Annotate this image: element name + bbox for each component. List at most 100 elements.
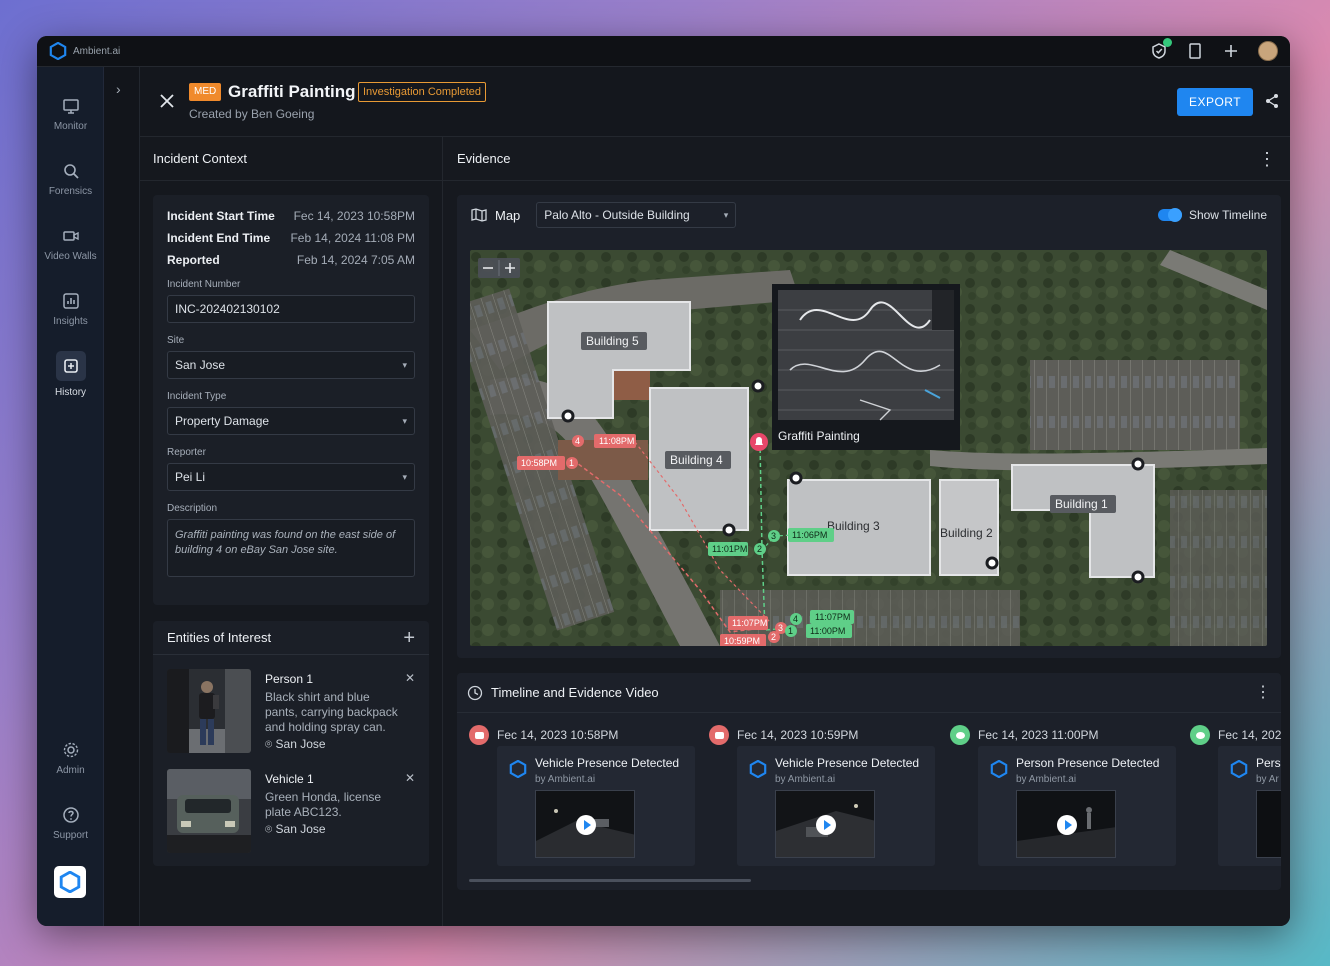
timeline-item[interactable]: Fec 14, 2023 10:59PM Vehicle Presence De… <box>709 725 941 866</box>
close-icon[interactable] <box>158 92 176 110</box>
vehicle-thumbnail <box>167 769 251 853</box>
entities-header: Entities of Interest + <box>153 621 429 655</box>
timeline-item[interactable]: Fec 14, 2023 11:00PM Person Presence Det… <box>950 725 1182 866</box>
pin-icon: ⌾ <box>265 822 276 836</box>
video-thumbnail[interactable] <box>535 790 635 858</box>
green-time-label: 11:00PM <box>810 626 845 636</box>
event-card[interactable]: Pers by Ar <box>1218 746 1281 866</box>
created-by: Created by Ben Goeing <box>189 107 315 121</box>
left-nav: Monitor Forensics Video Walls Insights H… <box>37 67 104 926</box>
map-location-select[interactable]: Palo Alto - Outside Building ▾ <box>536 202 737 228</box>
svg-text:4: 4 <box>793 614 798 624</box>
event-card[interactable]: Vehicle Presence Detected by Ambient.ai <box>737 746 935 866</box>
chevron-down-icon: ▾ <box>723 209 729 220</box>
play-icon[interactable] <box>576 815 596 835</box>
entity-name: Vehicle 1 <box>265 772 314 786</box>
brand-name: Ambient.ai <box>73 45 121 57</box>
timeline-card: Timeline and Evidence Video ⋮ Fec 14, 20… <box>457 673 1281 890</box>
reported-row: Reported Feb 14, 2024 7:05 AM <box>167 253 415 267</box>
play-icon[interactable] <box>1057 815 1077 835</box>
show-timeline-toggle[interactable]: Show Timeline <box>1157 208 1267 222</box>
event-card[interactable]: Person Presence Detected by Ambient.ai <box>978 746 1176 866</box>
person-event-icon <box>950 725 970 745</box>
timeline-header: Timeline and Evidence Video ⋮ <box>457 673 1281 713</box>
incident-type-label: Incident Type <box>167 391 227 402</box>
incident-type-select[interactable]: Property Damage ▾ <box>167 407 415 435</box>
brand[interactable]: Ambient.ai <box>49 42 120 60</box>
top-bar: Ambient.ai <box>37 36 1290 67</box>
ambient-logo-icon <box>59 871 81 893</box>
entity-site: ⌾ San Jose <box>265 822 326 836</box>
add-entity-icon[interactable]: + <box>403 628 415 648</box>
satellite-map[interactable]: Building 5 Building 4 Building 3 Buildin… <box>470 250 1267 646</box>
bookmark-icon[interactable] <box>1186 42 1204 60</box>
entity-item[interactable]: Person 1 Black shirt and blue pants, car… <box>167 669 415 755</box>
svg-text:3: 3 <box>771 531 776 541</box>
remove-entity-icon[interactable]: ✕ <box>405 671 415 685</box>
incident-context-title: Incident Context <box>140 137 442 181</box>
timeline-item[interactable]: Fec 14, 202 Pers by Ar <box>1190 725 1281 866</box>
remove-entity-icon[interactable]: ✕ <box>405 771 415 785</box>
severity-badge: MED <box>189 83 222 101</box>
help-icon <box>62 807 79 823</box>
timeline-item[interactable]: Fec 14, 2023 10:58PM Vehicle Presence De… <box>469 725 701 866</box>
green-time-label: 11:01PM <box>712 544 747 554</box>
chevron-right-icon[interactable]: › <box>116 81 121 97</box>
svg-text:2: 2 <box>757 544 762 554</box>
map-icon <box>471 208 487 222</box>
more-vertical-icon[interactable]: ⋮ <box>1258 150 1276 168</box>
monitor-icon <box>62 99 79 114</box>
end-time-row: Incident End Time Feb 14, 2024 11:08 PM <box>167 231 415 245</box>
nav-video-walls[interactable]: Video Walls <box>37 227 104 262</box>
red-time-label: 10:58PM <box>521 458 557 468</box>
vehicle-event-icon <box>709 725 729 745</box>
entity-item[interactable]: Vehicle 1 Green Honda, license plate ABC… <box>167 769 415 855</box>
red-time-label: 10:59PM <box>724 636 760 646</box>
nav-insights[interactable]: Insights <box>37 292 104 327</box>
ambient-home-button[interactable] <box>54 866 86 898</box>
share-icon[interactable] <box>1264 93 1280 109</box>
video-thumbnail[interactable] <box>1256 790 1281 858</box>
notifications-icon[interactable] <box>1150 38 1172 60</box>
green-time-label: 11:07PM <box>815 612 850 622</box>
export-button[interactable]: EXPORT <box>1177 88 1253 116</box>
more-vertical-icon[interactable]: ⋮ <box>1255 684 1271 701</box>
nav-monitor[interactable]: Monitor <box>37 97 104 132</box>
status-badge: Investigation Completed <box>358 82 487 102</box>
svg-text:3: 3 <box>778 623 783 633</box>
incident-header: MED Graffiti Painting Investigation Comp… <box>140 67 1290 137</box>
description-label: Description <box>167 503 218 514</box>
incident-number-label: Incident Number <box>167 279 241 290</box>
reporter-select[interactable]: Pei Li ▾ <box>167 463 415 491</box>
alarm-marker-icon <box>750 433 768 451</box>
nav-admin[interactable]: Admin <box>37 741 104 776</box>
red-time-label: 11:08PM <box>599 436 634 446</box>
site-label: Site <box>167 335 185 346</box>
entity-description: Green Honda, license plate ABC123. <box>265 790 382 819</box>
person-thumbnail <box>167 669 251 753</box>
user-avatar[interactable] <box>1258 41 1278 61</box>
nav-support[interactable]: Support <box>37 806 104 841</box>
notification-dot <box>1163 38 1172 47</box>
clock-icon <box>467 685 483 700</box>
building-label: Building 3 <box>827 519 880 533</box>
incident-number-field[interactable]: INC-202402130102 <box>167 295 415 323</box>
description-field[interactable]: Graffiti painting was found on the east … <box>167 519 415 577</box>
toggle-switch[interactable] <box>1157 208 1182 222</box>
nav-history[interactable]: History <box>37 351 104 398</box>
chevron-down-icon: ▾ <box>402 471 407 482</box>
nav-forensics[interactable]: Forensics <box>37 162 104 197</box>
green-time-label: 11:06PM <box>792 530 827 540</box>
ambient-logo-icon <box>990 760 1008 778</box>
play-icon[interactable] <box>816 815 836 835</box>
svg-text:4: 4 <box>575 436 580 446</box>
video-thumbnail[interactable] <box>1016 790 1116 858</box>
entities-card: Entities of Interest + Person 1 Black sh… <box>153 621 429 866</box>
timeline-scrollbar[interactable] <box>469 879 751 882</box>
video-thumbnail[interactable] <box>775 790 875 858</box>
site-select[interactable]: San Jose ▾ <box>167 351 415 379</box>
page-title: Graffiti Painting <box>228 82 356 101</box>
event-card[interactable]: Vehicle Presence Detected by Ambient.ai <box>497 746 695 866</box>
map-label: Map <box>471 208 520 223</box>
plus-icon[interactable] <box>1222 42 1240 60</box>
